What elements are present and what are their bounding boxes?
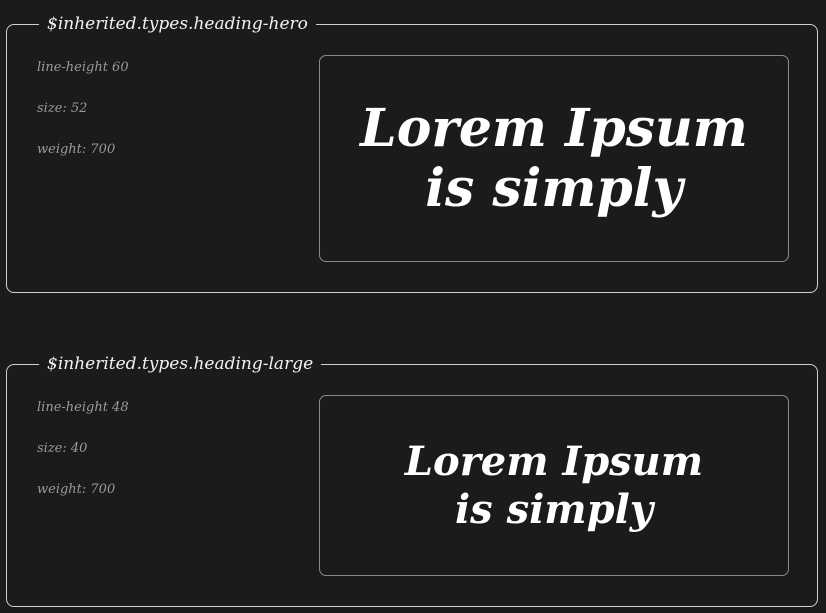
token-name: $inherited.types.heading-large <box>39 353 322 375</box>
weight-property: weight: 700 <box>37 482 116 497</box>
preview-text: Lorem Ipsum is simply <box>360 97 748 219</box>
line-height-property: line-height 48 <box>37 400 129 415</box>
token-properties: line-height 48 size: 40 weight: 700 <box>37 399 129 522</box>
token-card-heading-hero: $inherited.types.heading-hero line-heigh… <box>6 13 818 293</box>
weight-property: weight: 700 <box>37 142 116 157</box>
size-property: size: 40 <box>37 441 88 456</box>
token-properties: line-height 60 size: 52 weight: 700 <box>37 59 129 182</box>
type-preview-box: Lorem Ipsum is simply <box>319 55 789 262</box>
preview-text: Lorem Ipsum is simply <box>404 437 704 533</box>
line-height-property: line-height 60 <box>37 60 129 75</box>
token-name: $inherited.types.heading-hero <box>39 13 316 35</box>
token-card-heading-large: $inherited.types.heading-large line-heig… <box>6 353 818 607</box>
size-property: size: 52 <box>37 101 88 116</box>
type-preview-box: Lorem Ipsum is simply <box>319 395 789 576</box>
